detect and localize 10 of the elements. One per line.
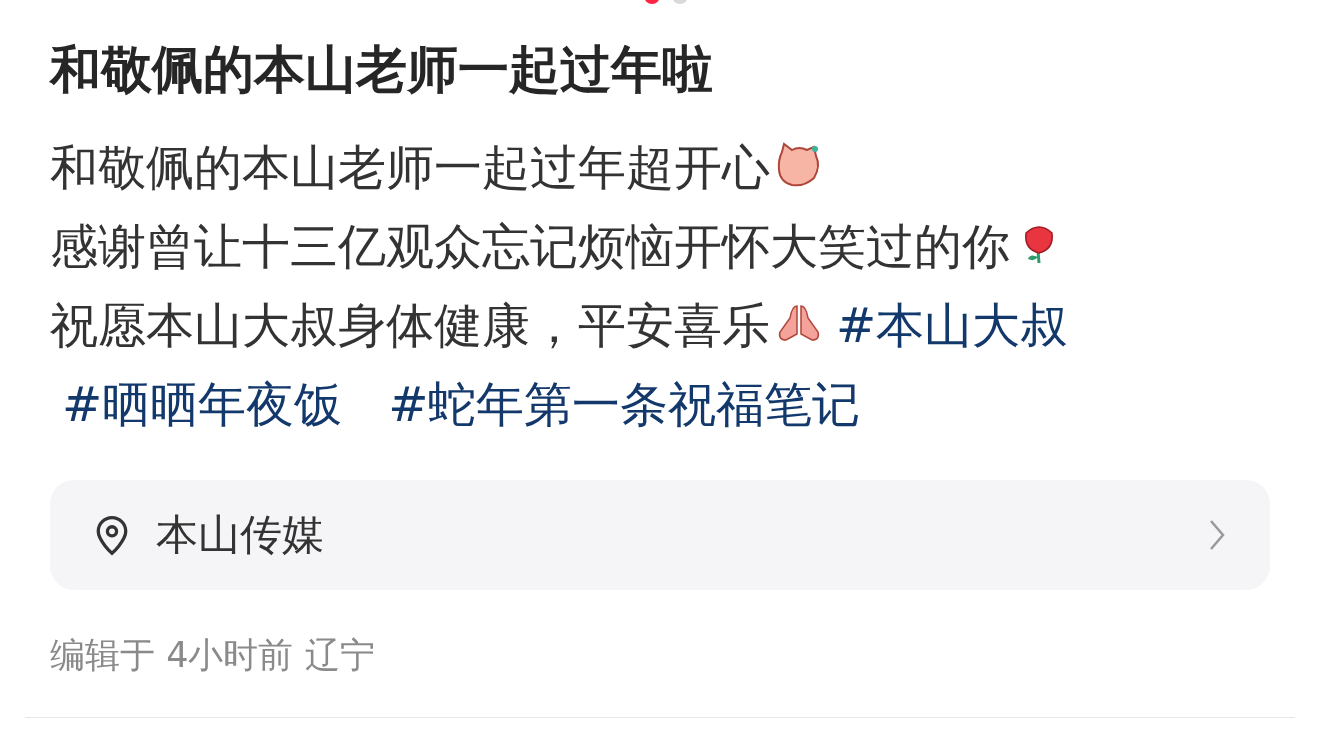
edit-time-text: 编辑于 4小时前 辽宁 [50, 634, 376, 677]
hashtag-link[interactable]: #蛇年第一条祝福笔记 [388, 376, 861, 432]
hashtag-link[interactable]: #本山大叔 [836, 297, 1069, 353]
body-text: 祝愿本山大叔身体健康，平安喜乐 [50, 297, 770, 353]
location-card[interactable]: 本山传媒 [50, 480, 1270, 590]
body-text: 感谢曾让十三亿观众忘记烦恼开怀大笑过的你 [50, 218, 1010, 274]
hashtag-link[interactable]: #晒晒年夜饭 [62, 376, 343, 432]
body-text: 和敬佩的本山老师一起过年超开心 [50, 139, 770, 195]
post-title: 和敬佩的本山老师一起过年啦 [50, 39, 714, 101]
location-name: 本山传媒 [156, 509, 325, 561]
